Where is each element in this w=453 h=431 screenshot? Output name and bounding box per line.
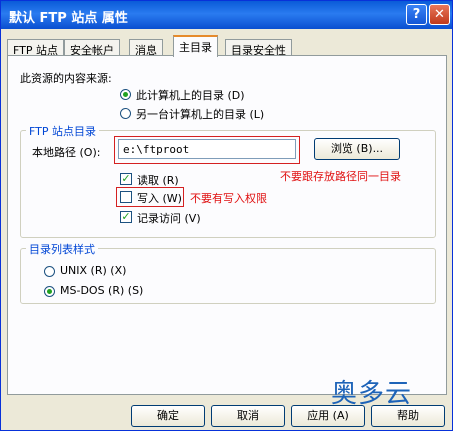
local-path-label: 本地路径 (O): [32, 146, 101, 159]
tab-ftp-site[interactable]: FTP 站点 [7, 39, 64, 57]
radio-unix[interactable] [44, 266, 55, 277]
close-icon[interactable]: ✕ [429, 4, 450, 25]
write-note: 不要有写入权限 [190, 192, 267, 205]
read-checkbox[interactable]: ✓ [120, 173, 132, 185]
cancel-button[interactable]: 取消 [211, 405, 285, 427]
tab-home-directory[interactable]: 主目录 [173, 35, 218, 57]
tab-security-accounts[interactable]: 安全帐户 [64, 39, 120, 57]
radio-unix-label[interactable]: UNIX (R) (X) [60, 264, 126, 277]
listing-style-group-title: 目录列表样式 [26, 241, 98, 257]
window-title: 默认 FTP 站点 属性 [9, 11, 128, 26]
radio-msdos[interactable] [44, 286, 55, 297]
help-icon[interactable]: ? [406, 4, 427, 25]
tab-directory-security[interactable]: 目录安全性 [225, 39, 292, 57]
title-bar[interactable]: 默认 FTP 站点 属性 ? ✕ [1, 1, 452, 29]
content-source-heading: 此资源的内容来源: [20, 72, 112, 85]
home-directory-panel: 此资源的内容来源: 此计算机上的目录 (D) 另一台计算机上的目录 (L) FT… [7, 55, 447, 395]
browse-button[interactable]: 浏览 (B)... [314, 138, 400, 160]
log-access-checkbox-label[interactable]: 记录访问 (V) [137, 210, 201, 226]
write-checkbox[interactable] [120, 191, 132, 203]
path-note: 不要跟存放路径同一目录 [280, 170, 401, 183]
radio-remote-directory[interactable] [120, 108, 131, 119]
radio-local-directory-label[interactable]: 此计算机上的目录 (D) [136, 87, 245, 103]
radio-local-directory[interactable] [120, 89, 131, 100]
properties-dialog: 默认 FTP 站点 属性 ? ✕ FTP 站点 安全帐户 消息 主目录 目录安全… [0, 0, 453, 431]
ok-button[interactable]: 确定 [131, 405, 205, 427]
local-path-input[interactable]: e:\ftproot [118, 139, 296, 159]
log-access-checkbox[interactable]: ✓ [120, 211, 132, 223]
ftp-directory-group-title: FTP 站点目录 [26, 123, 99, 139]
tab-messages[interactable]: 消息 [129, 39, 163, 57]
read-checkbox-label[interactable]: 读取 (R) [137, 172, 179, 188]
radio-msdos-label[interactable]: MS-DOS (R) (S) [60, 284, 143, 297]
radio-remote-directory-label[interactable]: 另一台计算机上的目录 (L) [136, 106, 264, 122]
watermark-logo: 奥多云 [331, 379, 413, 409]
write-checkbox-label[interactable]: 写入 (W) [137, 190, 182, 206]
